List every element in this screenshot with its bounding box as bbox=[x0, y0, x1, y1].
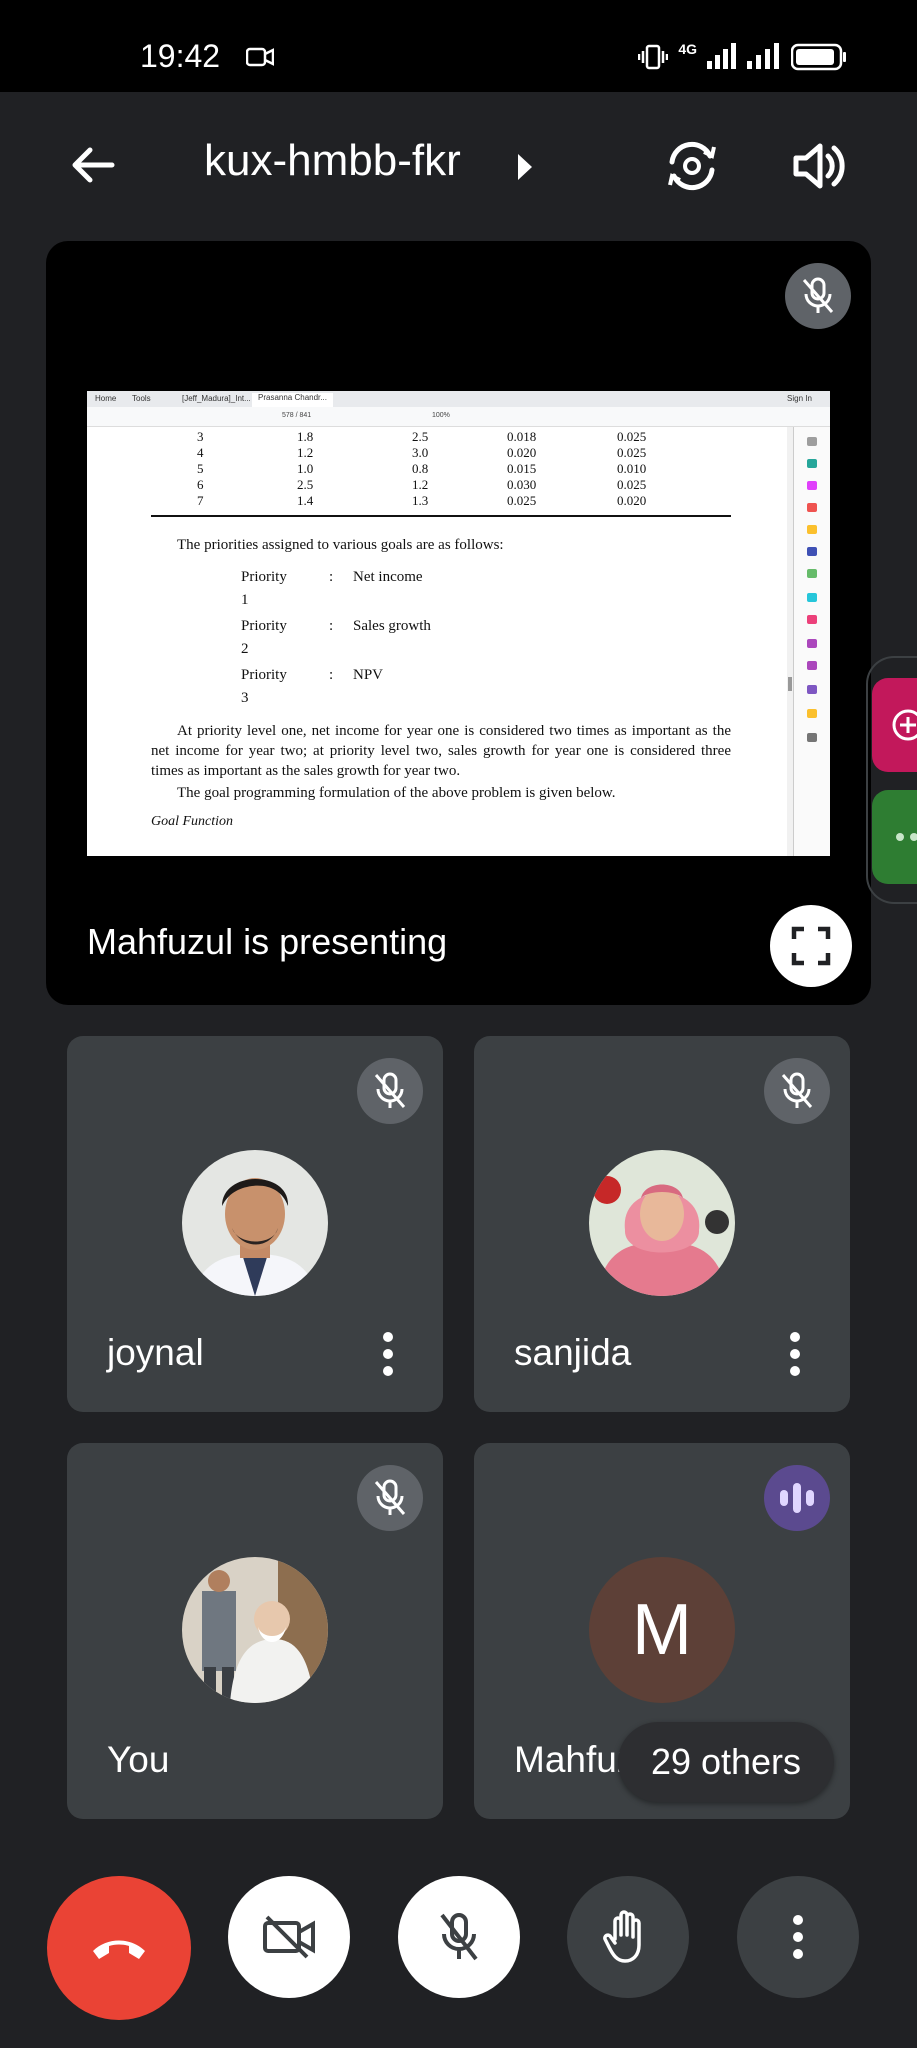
mic-toggle-button[interactable] bbox=[398, 1876, 520, 1998]
participant-options-button[interactable] bbox=[790, 1332, 800, 1376]
priority-colon: : bbox=[329, 618, 334, 634]
status-icons: 4G bbox=[638, 40, 847, 74]
pdf-toolbar: 578 / 841 100% bbox=[87, 407, 830, 427]
vibrate-icon bbox=[638, 44, 669, 70]
mic-off-icon bbox=[440, 1913, 478, 1961]
table-row: 5 1.0 0.8 0.015 0.010 bbox=[197, 461, 647, 476]
camera-toggle-button[interactable] bbox=[228, 1876, 350, 1998]
priorities-intro: The priorities assigned to various goals… bbox=[177, 537, 504, 553]
others-count-chip[interactable]: 29 others bbox=[618, 1722, 834, 1802]
participant-tile-joynal[interactable]: joynal bbox=[67, 1036, 443, 1412]
table-row: 3 1.8 2.5 0.018 0.025 bbox=[197, 429, 647, 444]
priority-goal: Sales growth bbox=[353, 618, 431, 634]
mic-off-badge bbox=[357, 1465, 423, 1531]
phone-hangup-icon bbox=[93, 1940, 145, 1959]
side-panel-tab-1[interactable] bbox=[872, 678, 917, 772]
dots-icon bbox=[896, 833, 917, 841]
page-indicator: 578 / 841 bbox=[282, 412, 312, 419]
priority-number: 1 bbox=[241, 592, 249, 608]
pdf-tools-sidebar bbox=[793, 427, 830, 856]
participant-tile-sanjida[interactable]: sanjida bbox=[474, 1036, 850, 1412]
mic-off-icon bbox=[374, 1072, 406, 1108]
table-bottom-rule bbox=[151, 515, 731, 517]
participant-name: You bbox=[107, 1739, 170, 1780]
meeting-code[interactable]: kux-hmbb-fkr bbox=[204, 136, 461, 186]
camera-in-use-icon bbox=[246, 47, 274, 67]
speaking-indicator-icon bbox=[764, 1465, 830, 1531]
tab-document-1: [Jeff_Madura]_Int... bbox=[182, 394, 251, 403]
tab-tools: Tools bbox=[132, 394, 151, 403]
battery-icon bbox=[791, 43, 846, 71]
participant-options-button[interactable] bbox=[383, 1332, 393, 1376]
priority-goal: Net income bbox=[353, 569, 423, 585]
priority-paragraph: At priority level one, net income for ye… bbox=[151, 723, 731, 779]
mic-off-badge bbox=[357, 1058, 423, 1124]
signal-icon-1 bbox=[707, 43, 736, 69]
formulation-text: The goal programming formulation of the … bbox=[177, 785, 616, 801]
priority-goal: NPV bbox=[353, 667, 384, 683]
participant-tile-you[interactable]: You bbox=[67, 1443, 443, 1819]
avatar-sanjida bbox=[589, 1150, 735, 1296]
priority-number: 2 bbox=[241, 641, 249, 657]
speaker-icon[interactable] bbox=[790, 138, 846, 194]
add-icon bbox=[892, 709, 917, 741]
status-bar: 19:42 4G bbox=[0, 0, 917, 92]
browser-tabs: Home Tools [Jeff_Madura]_Int... Prasanna… bbox=[87, 391, 830, 407]
status-time: 19:42 bbox=[140, 38, 221, 74]
avatar-you bbox=[182, 1557, 328, 1703]
raise-hand-icon bbox=[603, 1910, 641, 1963]
priority-colon: : bbox=[329, 569, 334, 585]
more-options-button[interactable] bbox=[737, 1876, 859, 1998]
meeting-header: kux-hmbb-fkr bbox=[0, 92, 917, 238]
end-call-button[interactable] bbox=[47, 1876, 191, 2020]
avatar-initial: M bbox=[589, 1557, 735, 1703]
zoom-level: 100% bbox=[432, 412, 450, 419]
presentation-tile[interactable]: Home Tools [Jeff_Madura]_Int... Prasanna… bbox=[46, 241, 871, 1005]
more-vert-icon bbox=[793, 1915, 803, 1959]
signal-icon-2 bbox=[747, 43, 779, 69]
priority-label: Priority bbox=[241, 569, 287, 585]
priority-colon: : bbox=[329, 667, 334, 683]
pdf-page: 3 1.8 2.5 0.018 0.025 4 1.2 3.0 0.020 0.… bbox=[87, 427, 787, 856]
priority-number: 3 bbox=[241, 690, 249, 706]
participant-name: sanjida bbox=[514, 1332, 632, 1373]
tab-home: Home bbox=[95, 394, 117, 403]
participant-name: joynal bbox=[107, 1332, 204, 1373]
switch-camera-icon[interactable] bbox=[664, 138, 720, 194]
mic-off-icon bbox=[781, 1072, 813, 1108]
priority-label: Priority bbox=[241, 667, 287, 683]
table-row: 4 1.2 3.0 0.020 0.025 bbox=[197, 445, 647, 460]
network-type: 4G bbox=[678, 41, 697, 57]
side-panel-tab-2[interactable] bbox=[872, 790, 917, 884]
section-heading: Goal Function bbox=[151, 814, 234, 829]
fullscreen-icon bbox=[791, 926, 831, 966]
presenter-mic-off-badge bbox=[785, 263, 851, 329]
priority-label: Priority bbox=[241, 618, 287, 634]
tab-document-2: Prasanna Chandr... bbox=[252, 393, 333, 407]
table-row: 6 2.5 1.2 0.030 0.025 bbox=[197, 477, 647, 492]
mic-off-icon bbox=[802, 277, 834, 313]
mic-off-icon bbox=[374, 1479, 406, 1515]
avatar-joynal bbox=[182, 1150, 328, 1296]
raise-hand-button[interactable] bbox=[567, 1876, 689, 1998]
fullscreen-button[interactable] bbox=[770, 905, 852, 987]
shared-screen: Home Tools [Jeff_Madura]_Int... Prasanna… bbox=[87, 391, 830, 856]
camera-off-icon bbox=[263, 1915, 315, 1959]
caret-right-icon[interactable] bbox=[518, 154, 532, 180]
back-arrow-icon[interactable] bbox=[68, 140, 118, 190]
mic-off-badge bbox=[764, 1058, 830, 1124]
table-row: 7 1.4 1.3 0.025 0.020 bbox=[197, 493, 647, 508]
sign-in-link: Sign In bbox=[787, 394, 812, 403]
presenting-label: Mahfuzul is presenting bbox=[87, 921, 448, 962]
